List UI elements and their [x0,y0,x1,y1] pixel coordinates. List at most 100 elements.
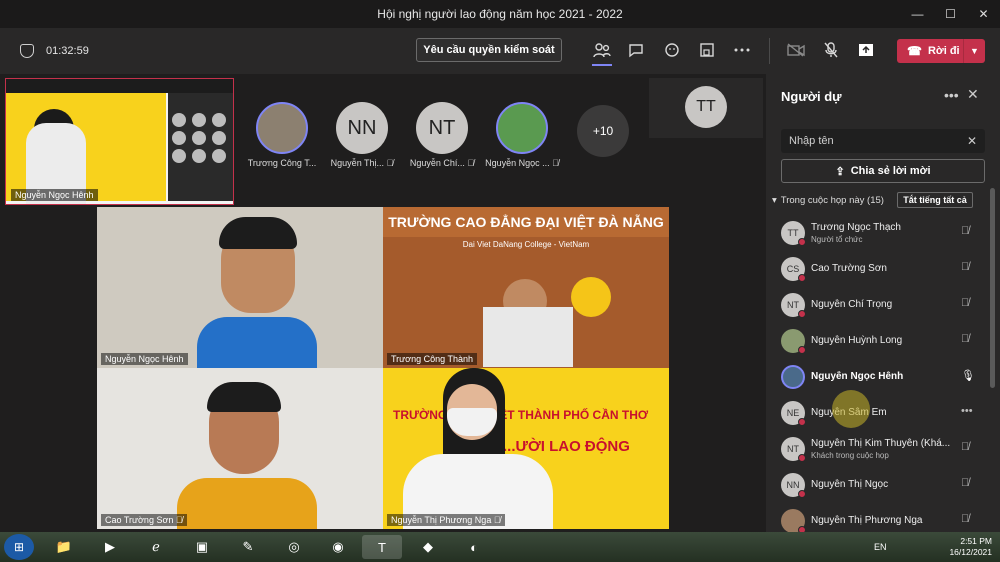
window-titlebar: Hội nghị người lao động năm học 2021 - 2… [0,0,1000,28]
list-item[interactable]: NT Nguyễn Chí Trọng 🎙̸ [779,288,989,324]
avatar-name: Nguyễn Thị... 🎙̸ [330,158,394,168]
list-item[interactable]: NN Nguyễn Thị Ngọc 🎙̸ [779,468,989,504]
close-icon[interactable]: ✕ [967,86,979,103]
minimize-button[interactable]: — [901,0,934,28]
participant-name: Nguyễn Thị Kim Thuyên (Khá... [811,438,951,449]
app-icon[interactable]: ◎ [274,535,314,559]
avatar-tile[interactable]: NN Nguyễn Thị... 🎙̸ [322,102,402,168]
video-tile[interactable]: Cao Trường Sơn 🎙̸ [97,368,383,529]
media-player-icon[interactable]: ▶ [90,535,130,559]
app3-icon[interactable]: ◐ [454,535,494,559]
mic-off-icon[interactable]: 🎙̸ [961,441,969,453]
video-grid: Nguyễn Ngọc Hênh TRƯỜNG CAO ĐẲNG ĐẠI VIỆ… [97,207,669,529]
tile-name: Trương Công Thành [387,353,477,365]
window-title: Hội nghị người lao động năm học 2021 - 2… [377,7,623,21]
paint-icon[interactable]: ✎ [228,535,268,559]
avatar: NE [781,401,806,426]
list-item[interactable]: Nguyễn Huỳnh Long 🎙̸ [779,324,989,360]
avatar: NT [781,293,806,318]
mic-off-icon[interactable]: 🎙̸ [961,513,969,525]
more-icon[interactable]: ••• [944,87,959,103]
mic-icon[interactable]: 🎙 [961,369,975,382]
list-item[interactable]: CS Cao Trường Sơn 🎙̸ [779,252,989,288]
avatar: NN [781,473,806,498]
terminal-icon[interactable]: ▣ [182,535,222,559]
participant-name: Nguyễn Thị Ngọc [811,479,889,490]
rooms-icon[interactable] [697,40,717,60]
avatar-tile[interactable]: NT Nguyễn Chí... 🎙̸ [402,102,482,168]
more-icon[interactable]: ••• [961,405,973,417]
participant-name: Nguyễn Chí Trọng [811,299,893,310]
clear-icon[interactable]: ✕ [967,134,977,148]
school-sign: TRƯỜNG CAO ĐẲNG ĐẠI VIỆT ĐÀ NẴNG [383,207,669,237]
participant-name: Nguyễn Huỳnh Long [811,335,903,346]
mic-off-icon[interactable]: 🎙̸ [961,261,969,273]
share-icon[interactable] [856,40,876,60]
mic-off-icon: 🎙̸ [386,158,394,168]
search-input[interactable]: Nhập tên ✕ [781,129,985,153]
leave-button[interactable]: ☎ Rời đi ▼ [897,39,985,63]
share-invite-button[interactable]: ⇪ Chia sẻ lời mời [781,159,985,183]
mic-off-icon[interactable] [821,40,841,60]
video-tile[interactable]: TRƯỜNG CAO ĐẲNG ĐẠI VIỆT ĐÀ NẴNG Dai Vie… [383,207,669,368]
list-item[interactable]: TT Trương Ngọc Thạch Người tổ chức 🎙̸ [779,216,989,252]
participants-panel: Người dự ••• ✕ Nhập tên ✕ ⇪ Chia sẻ lời … [766,74,1000,534]
language-indicator[interactable]: EN [874,542,887,552]
shared-window-titlebar [6,79,233,93]
app2-icon[interactable]: ◆ [408,535,448,559]
cursor-highlight [832,390,870,428]
mic-off-icon: 🎙̸ [552,158,559,168]
people-icon[interactable] [592,40,612,60]
video-tile[interactable]: Nguyễn Ngọc Hênh [97,207,383,368]
avatar [256,102,308,154]
mic-off-icon[interactable]: 🎙̸ [961,333,969,345]
shared-gallery [168,93,233,201]
chat-icon[interactable] [626,40,646,60]
toolbar-divider [769,38,770,64]
more-participants-button[interactable]: +10 [577,105,629,157]
mic-off-icon[interactable]: 🎙̸ [961,297,969,309]
start-button[interactable]: ⊞ [4,534,34,560]
windows-taskbar: ⊞ 📁 ▶ ℯ ▣ ✎ ◎ ◉ T ◆ ◐ EN 2:51 PM 16/12/2… [0,532,1000,562]
participant-role: Khách trong cuộc họp [811,451,889,460]
teams-icon[interactable]: T [362,535,402,559]
list-item[interactable]: NE Nguyễn Sâm Em ••• [779,396,989,432]
avatar-name: Nguyễn Chí... 🎙̸ [409,158,475,168]
maximize-button[interactable]: ☐ [934,0,967,28]
avatar [781,365,805,389]
chevron-down-icon[interactable]: ▼ [963,39,985,63]
avatar: CS [781,257,806,282]
share-icon: ⇪ [835,165,845,178]
mic-off-icon: 🎙̸ [175,515,183,525]
shared-screen-thumbnail[interactable]: Nguyễn Ngọc Hênh [5,78,234,205]
explorer-icon[interactable]: 📁 [44,535,84,559]
request-control-button[interactable]: Yêu cầu quyền kiểm soát [416,38,562,62]
reactions-icon[interactable] [662,40,682,60]
panel-scrollbar[interactable] [990,188,995,388]
system-clock[interactable]: 2:51 PM 16/12/2021 [949,536,992,558]
tt-tile[interactable]: TT [649,78,763,138]
ie-icon[interactable]: ℯ [136,535,176,559]
mic-off-icon[interactable]: 🎙̸ [961,477,969,489]
video-tile[interactable]: TRƯỜNG ... ĐẠI VIỆT THÀNH PHỐ CẦN THƠ ..… [383,368,669,529]
list-item[interactable]: Nguyễn Ngọc Hênh 🎙 [779,360,989,396]
mic-off-icon[interactable]: 🎙̸ [961,225,969,237]
list-item[interactable]: NT Nguyễn Thị Kim Thuyên (Khá... Khách t… [779,432,989,468]
presenter-name: Nguyễn Ngọc Hênh [11,189,98,201]
close-window-button[interactable]: ✕ [967,0,1000,28]
caret-down-icon: ▾ [772,195,777,206]
mute-all-button[interactable]: Tắt tiếng tất cả [897,192,973,208]
camera-off-icon[interactable] [786,40,806,60]
tile-name: Nguyễn Thị Phương Nga 🎙̸ [387,514,505,526]
avatar-tile[interactable]: Trương Công T... [242,102,322,168]
school-sign-sub: Dai Viet DaNang College - VietNam [462,239,590,249]
chrome-icon[interactable]: ◉ [318,535,358,559]
participant-role: Người tổ chức [811,235,863,244]
participant-video [197,217,317,368]
more-icon[interactable] [732,40,752,60]
section-toggle[interactable]: ▾ Trong cuộc họp này (15) [772,195,884,206]
avatar: NT [781,437,806,462]
avatar-tile[interactable]: Nguyễn Ngọc ... 🎙̸ [482,102,562,168]
mic-off-icon: 🎙̸ [467,158,475,168]
meeting-toolbar: 01:32:59 Yêu cầu quyền kiểm soát ☎ Rời đ… [0,28,1000,74]
